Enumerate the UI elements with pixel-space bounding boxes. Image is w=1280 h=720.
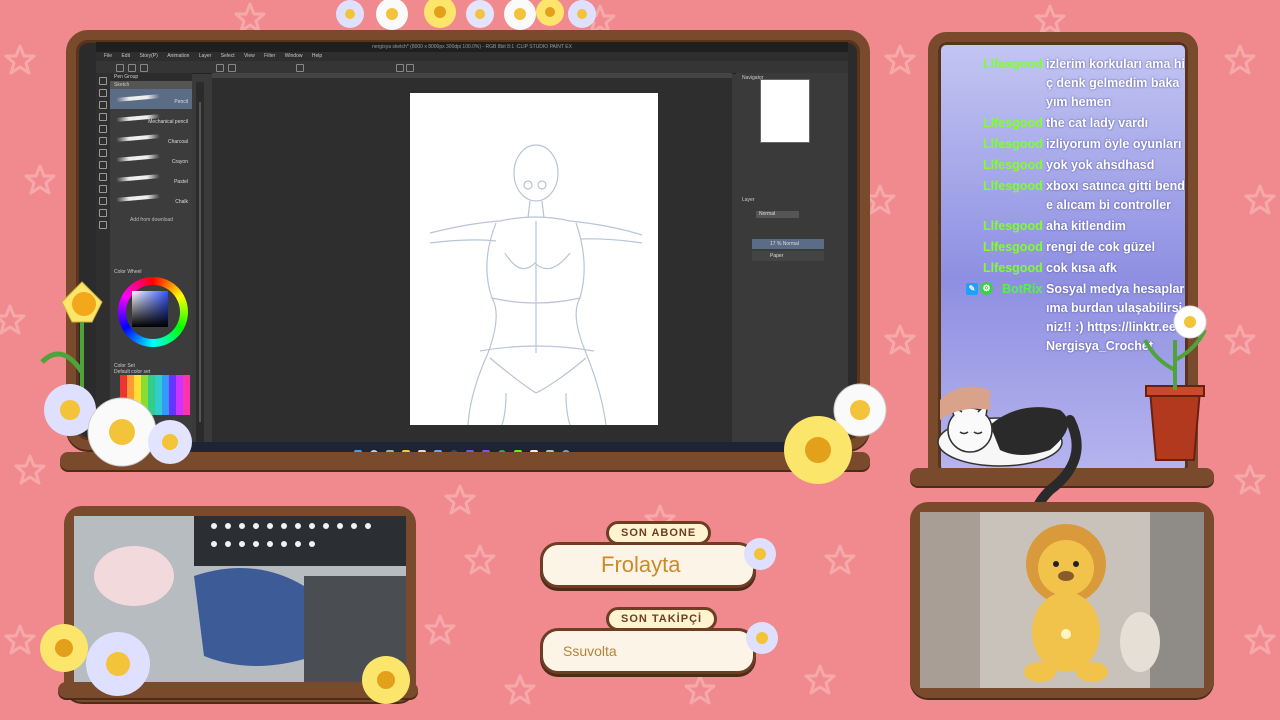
bot-badge-icon: ⚙ — [980, 282, 993, 295]
moderator-badge-icon: ✎ — [966, 283, 978, 295]
daffodil-cluster-top — [336, 0, 596, 30]
fill-tool-icon[interactable] — [99, 173, 107, 181]
chat-username[interactable]: Llfesgood — [983, 55, 1043, 74]
pen-tool-icon[interactable] — [99, 125, 107, 133]
layer-row-layer2[interactable]: 17 % Normal — [752, 239, 824, 249]
chat-text: the cat lady vardı — [1046, 116, 1149, 130]
chat-message: Llfesgood cok kısa afk — [964, 259, 1186, 278]
daffodil-webcam-right — [362, 656, 410, 704]
sleeping-cat-illustration — [937, 386, 1082, 520]
brush-crayon[interactable]: Crayon — [110, 149, 192, 169]
zoom-tool-icon[interactable] — [99, 77, 107, 85]
move-tool-icon[interactable] — [99, 89, 107, 97]
chat-message: Llfesgood aha kitlendim — [964, 217, 1186, 236]
brush-charcoal[interactable]: Charcoal — [110, 129, 192, 149]
menu-story[interactable]: Story(P) — [139, 52, 157, 61]
potted-plant-illustration — [1143, 305, 1207, 461]
chat-text: cok kısa afk — [1046, 261, 1117, 275]
chat-message: Llfesgood yok yok ahsdhasd — [964, 156, 1186, 175]
chat-message: Llfesgood izliyorum öyle oyunları — [964, 135, 1186, 154]
chat-text: izliyorum öyle oyunları — [1046, 137, 1182, 151]
open-icon[interactable] — [128, 64, 136, 72]
chat-message: Llfesgood rengi de cok güzel — [964, 238, 1186, 257]
menu-view[interactable]: View — [244, 52, 255, 61]
daffodil-cluster-right — [784, 383, 887, 484]
daffodil-cluster-webcam — [40, 624, 150, 696]
window-title: nergisya sketch* (8000 x 8000px 300dpi 1… — [96, 42, 848, 52]
brush-pencil[interactable]: Pencil — [110, 89, 192, 109]
chat-text: rengi de cok güzel — [1046, 240, 1156, 254]
pencil-tool-icon[interactable] — [99, 137, 107, 145]
menu-select[interactable]: Select — [221, 52, 235, 61]
chat-username[interactable]: Llfesgood — [983, 217, 1043, 236]
crochet-lion-frame — [910, 502, 1214, 698]
chat-username[interactable]: Llfesgood — [983, 156, 1043, 175]
menu-help[interactable]: Help — [312, 52, 322, 61]
figure-tool-icon[interactable] — [99, 197, 107, 205]
chat-text: xboxı satınca gitti bende alıcam bi cont… — [1046, 179, 1185, 212]
chat-username[interactable]: Llfesgood — [983, 114, 1043, 133]
menu-filter[interactable]: Filter — [264, 52, 275, 61]
brush-mechanical-pencil[interactable]: Mechanical pencil — [110, 109, 192, 129]
transform-icon[interactable] — [396, 64, 404, 72]
layer-row-paper[interactable]: Paper — [752, 251, 824, 261]
navigator-thumbnail[interactable] — [760, 79, 810, 143]
ruler-tool-icon[interactable] — [99, 221, 107, 229]
brush-pastel[interactable]: Pastel — [110, 169, 192, 189]
menu-window[interactable]: Window — [285, 52, 303, 61]
sub-tool-tab[interactable]: Sketch — [110, 81, 192, 89]
crochet-lion-photo — [920, 512, 1204, 688]
eraser-tool-icon[interactable] — [99, 161, 107, 169]
sub-tool-header: Pen Group — [110, 73, 192, 81]
chat-username[interactable]: Llfesgood — [983, 177, 1043, 196]
menu-bar: File Edit Story(P) Animation Layer Selec… — [96, 52, 848, 61]
canvas-ruler — [212, 73, 732, 78]
undo-icon[interactable] — [216, 64, 224, 72]
last-follower-name: Ssuvolta — [563, 643, 617, 659]
text-tool-icon[interactable] — [99, 209, 107, 217]
selection-tool-icon[interactable] — [99, 101, 107, 109]
chat-username[interactable]: Llfesgood — [983, 135, 1043, 154]
snap-icon[interactable] — [406, 64, 414, 72]
redo-icon[interactable] — [228, 64, 236, 72]
chat-username[interactable]: Llfesgood — [983, 238, 1043, 257]
blend-mode-select[interactable]: Normal — [756, 211, 799, 218]
last-follower-box: Ssuvolta — [540, 628, 756, 674]
last-subscriber-box: Frolayta — [540, 542, 756, 588]
menu-file[interactable]: File — [104, 52, 112, 61]
save-icon[interactable] — [140, 64, 148, 72]
brush-tool-icon[interactable] — [99, 149, 107, 157]
last-subscriber-name: Frolayta — [601, 552, 681, 577]
figure-sketch — [429, 144, 643, 426]
gradient-tool-icon[interactable] — [99, 185, 107, 193]
menu-layer[interactable]: Layer — [199, 52, 212, 61]
chat-message: Llfesgood izlerim korkuları ama hiç denk… — [964, 55, 1186, 112]
new-icon[interactable] — [116, 64, 124, 72]
small-flower-follower — [746, 622, 778, 654]
chat-message: Llfesgood xboxı satınca gitti bende alıc… — [964, 177, 1186, 215]
add-from-download-button[interactable]: Add from download — [110, 209, 192, 223]
clear-icon[interactable] — [296, 64, 304, 72]
sub-tool-panel: Pen Group Sketch Pencil Mechanical penci… — [110, 73, 192, 273]
chat-message: Llfesgood the cat lady vardı — [964, 114, 1186, 133]
layer-panel-title: Layer — [742, 197, 755, 203]
chat-username[interactable]: BotRix — [1002, 280, 1042, 299]
brush-chalk[interactable]: Chalk — [110, 189, 192, 209]
daffodil-cluster-topleft — [40, 281, 192, 467]
small-flower-sub — [744, 538, 776, 570]
chat-text: yok yok ahsdhasd — [1046, 158, 1155, 172]
eyedropper-tool-icon[interactable] — [99, 113, 107, 121]
menu-animation[interactable]: Animation — [167, 52, 189, 61]
chat-text: aha kitlendim — [1046, 219, 1126, 233]
drawing-paper[interactable] — [410, 93, 658, 426]
chat-text: izlerim korkuları ama hiç denk gelmedim … — [1046, 57, 1185, 109]
menu-edit[interactable]: Edit — [121, 52, 130, 61]
chat-username[interactable]: Llfesgood — [983, 259, 1043, 278]
color-saturation-square[interactable] — [132, 291, 168, 327]
